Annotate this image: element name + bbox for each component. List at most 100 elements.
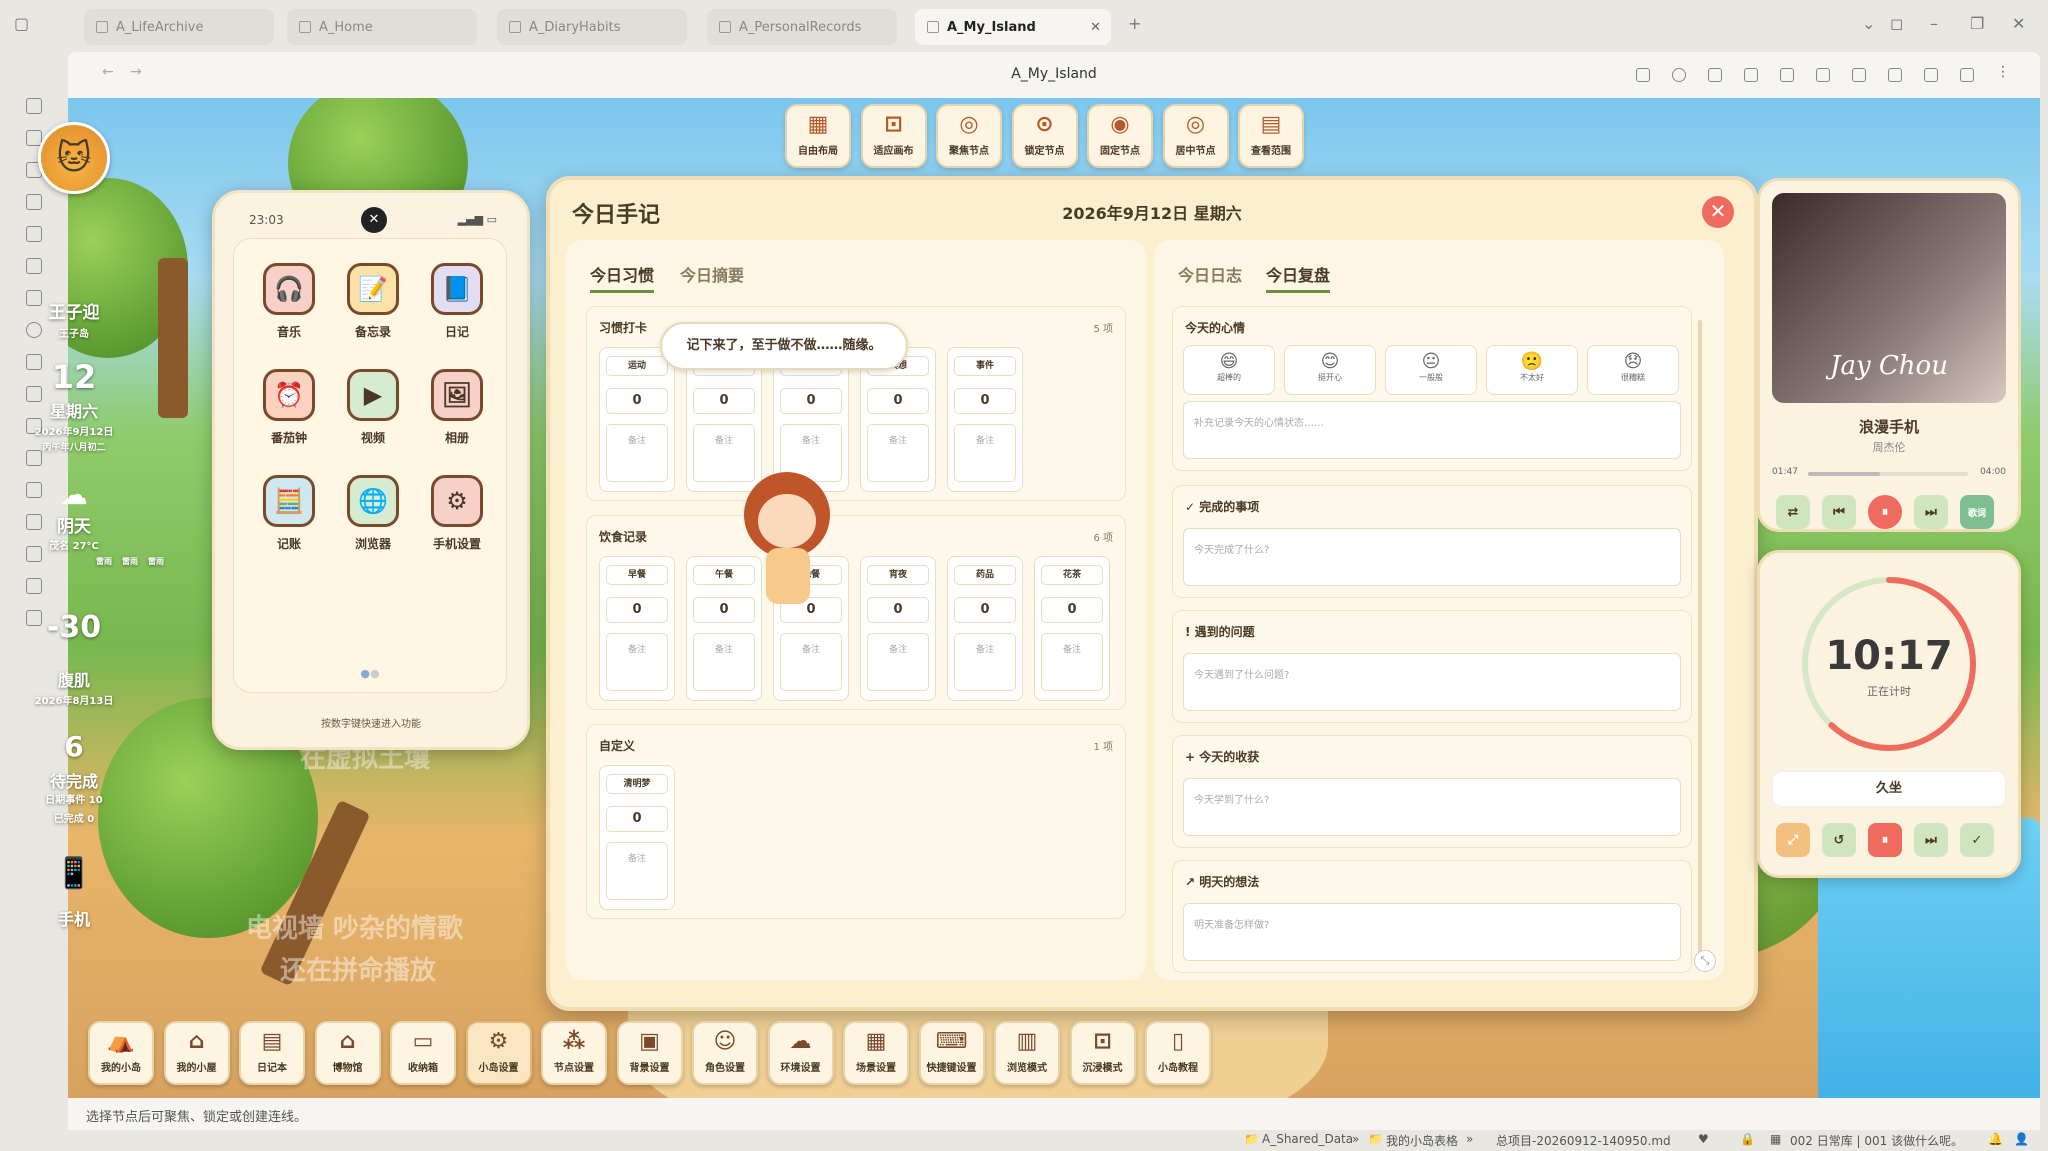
review-input[interactable]: 今天学到了什么? [1183,778,1681,836]
tool-6[interactable]: ◎ 居中节点 [1162,104,1229,168]
bell-icon[interactable]: 🔔 [1988,1132,2003,1146]
tab-my-island[interactable]: A_My_Island ✕ [915,9,1111,45]
grid-icon[interactable] [26,258,42,274]
fullscreen-button[interactable]: ⤢ [1776,823,1810,857]
record-note-input[interactable]: 备注 [954,633,1016,691]
record-label[interactable]: 早餐 [606,565,668,585]
sidebar-toggle-icon[interactable]: ▢ [14,14,29,33]
record-label[interactable]: 花茶 [1041,565,1103,585]
trend-icon[interactable] [26,226,42,242]
tab-today-review[interactable]: 今日复盘 [1266,262,1331,293]
record-value-input[interactable]: 0 [954,597,1016,623]
tab-diaryhabits[interactable]: A_DiaryHabits [497,9,687,45]
record-note-input[interactable]: 备注 [693,633,755,691]
dock-item-13[interactable]: ▥ 浏览模式 [994,1021,1060,1085]
app-5[interactable]: ▶ 视频 [336,369,410,446]
minimize-icon[interactable]: – [1930,14,1938,33]
tab-lifearchive[interactable]: A_LifeArchive [84,9,274,45]
app-3[interactable]: 📘 日记 [420,263,494,340]
repeat-button[interactable]: ⇄ [1776,495,1810,529]
dock-item-7[interactable]: ⁂ 节点设置 [541,1021,607,1085]
record-note-input[interactable]: 备注 [606,633,668,691]
dock-item-2[interactable]: ⌂ 我的小屋 [163,1021,230,1085]
mood-option[interactable]: 😐 一般般 [1385,345,1477,395]
record-value-input[interactable]: 0 [867,597,929,623]
close-phone-button[interactable]: ✕ [361,207,387,233]
chevron-down-icon[interactable]: ⌄ [1862,14,1875,33]
tool-4[interactable]: ⊙ 锁定节点 [1011,104,1078,168]
mood-option[interactable]: 😊 挺开心 [1284,345,1376,395]
record-value-input[interactable]: 0 [693,388,755,414]
lock-icon[interactable]: 🔒 [1740,1132,1755,1146]
pause-button[interactable]: ⏸ [1868,495,1902,529]
app-2[interactable]: 📝 备忘录 [336,263,410,340]
progress-slider[interactable] [1808,472,1968,476]
review-input[interactable]: 明天准备怎样做? [1183,903,1681,961]
tab-home[interactable]: A_Home [287,9,477,45]
complete-button[interactable]: ✓ [1960,823,1994,857]
lyrics-button[interactable]: 歌词 [1960,495,1994,529]
mood-note-input[interactable]: 补充记录今天的心情状态…… [1183,401,1681,459]
expand-icon[interactable]: ⤡ [1694,950,1716,972]
record-value-input[interactable]: 0 [606,597,668,623]
record-label[interactable]: 事件 [954,356,1016,376]
dock-item-4[interactable]: ⌂ 博物馆 [314,1021,381,1085]
settings-icon[interactable] [1888,68,1902,82]
record-value-input[interactable]: 0 [693,597,755,623]
monitor-icon[interactable] [1816,68,1830,82]
undo-icon[interactable] [1744,68,1758,82]
tab-personalrecords[interactable]: A_PersonalRecords [707,9,897,45]
record-note-input[interactable]: 备注 [1041,633,1103,691]
record-note-input[interactable]: 备注 [606,424,668,482]
dock-item-15[interactable]: ▯ 小岛教程 [1145,1021,1211,1085]
dock-item-5[interactable]: ▭ 收纳箱 [390,1021,456,1085]
record-label[interactable]: 运动 [606,356,668,376]
next-button[interactable]: ⏭ [1914,495,1948,529]
maximize-icon[interactable]: ❐ [1970,14,1984,33]
tool-5[interactable]: ◉ 固定节点 [1087,104,1153,168]
record-value-input[interactable]: 0 [1041,597,1103,623]
skip-button[interactable]: ⏭ [1914,823,1948,857]
review-input[interactable]: 今天完成了什么? [1183,528,1681,586]
app-7[interactable]: 🧮 记账 [252,475,326,552]
new-tab-icon[interactable]: + [1128,14,1141,33]
record-label[interactable]: 清明梦 [606,774,668,794]
pause-timer-button[interactable]: ⏸ [1868,823,1902,857]
dock-item-9[interactable]: ☺ 角色设置 [692,1021,758,1085]
lock-icon[interactable] [1852,68,1866,82]
record-value-input[interactable]: 0 [954,388,1016,414]
timer-task[interactable]: 久坐 [1772,771,2006,807]
tool-3[interactable]: ◎ 聚焦节点 [936,104,1002,168]
dock-item-10[interactable]: ☁ 环境设置 [767,1021,834,1085]
record-note-input[interactable]: 备注 [693,424,755,482]
table-icon[interactable] [26,578,42,594]
dock-item-12[interactable]: ⌨ 快捷键设置 [918,1021,985,1085]
bookmark-icon[interactable] [1960,68,1974,82]
window-icon[interactable]: ◻ [1890,14,1903,33]
close-diary-button[interactable]: ✕ [1702,196,1734,228]
path-segment[interactable]: 总项目-20260912-140950.md [1496,1132,1671,1149]
map-icon[interactable] [26,98,42,114]
close-box-icon[interactable] [1924,68,1938,82]
dock-item-8[interactable]: ▣ 背景设置 [616,1021,683,1085]
record-value-input[interactable]: 0 [606,806,668,832]
avatar[interactable]: 🐱 [38,122,110,194]
review-input[interactable]: 今天遇到了什么问题? [1183,653,1681,711]
app-8[interactable]: 🌐 浏览器 [336,475,410,552]
dock-item-11[interactable]: ▦ 场景设置 [843,1021,909,1085]
record-label[interactable]: 午餐 [693,565,755,585]
app-6[interactable]: 🖼 相册 [420,369,494,446]
record-note-input[interactable]: 备注 [954,424,1016,482]
redo-icon[interactable] [1780,68,1794,82]
bookmark-icon[interactable] [1708,68,1722,82]
app-4[interactable]: ⏰ 番茄钟 [252,369,326,446]
search-icon[interactable] [1672,68,1686,82]
tab-today-log[interactable]: 今日日志 [1178,262,1242,286]
record-value-input[interactable]: 0 [867,388,929,414]
close-tab-icon[interactable]: ✕ [1090,20,1101,35]
user-icon[interactable]: 👤 [2014,1132,2029,1146]
tool-2[interactable]: ⊡ 适应画布 [860,104,927,168]
calendar-icon[interactable] [26,194,42,210]
phone-icon[interactable]: 📱 [14,856,134,891]
mood-option[interactable]: 😄 超棒的 [1183,345,1275,395]
